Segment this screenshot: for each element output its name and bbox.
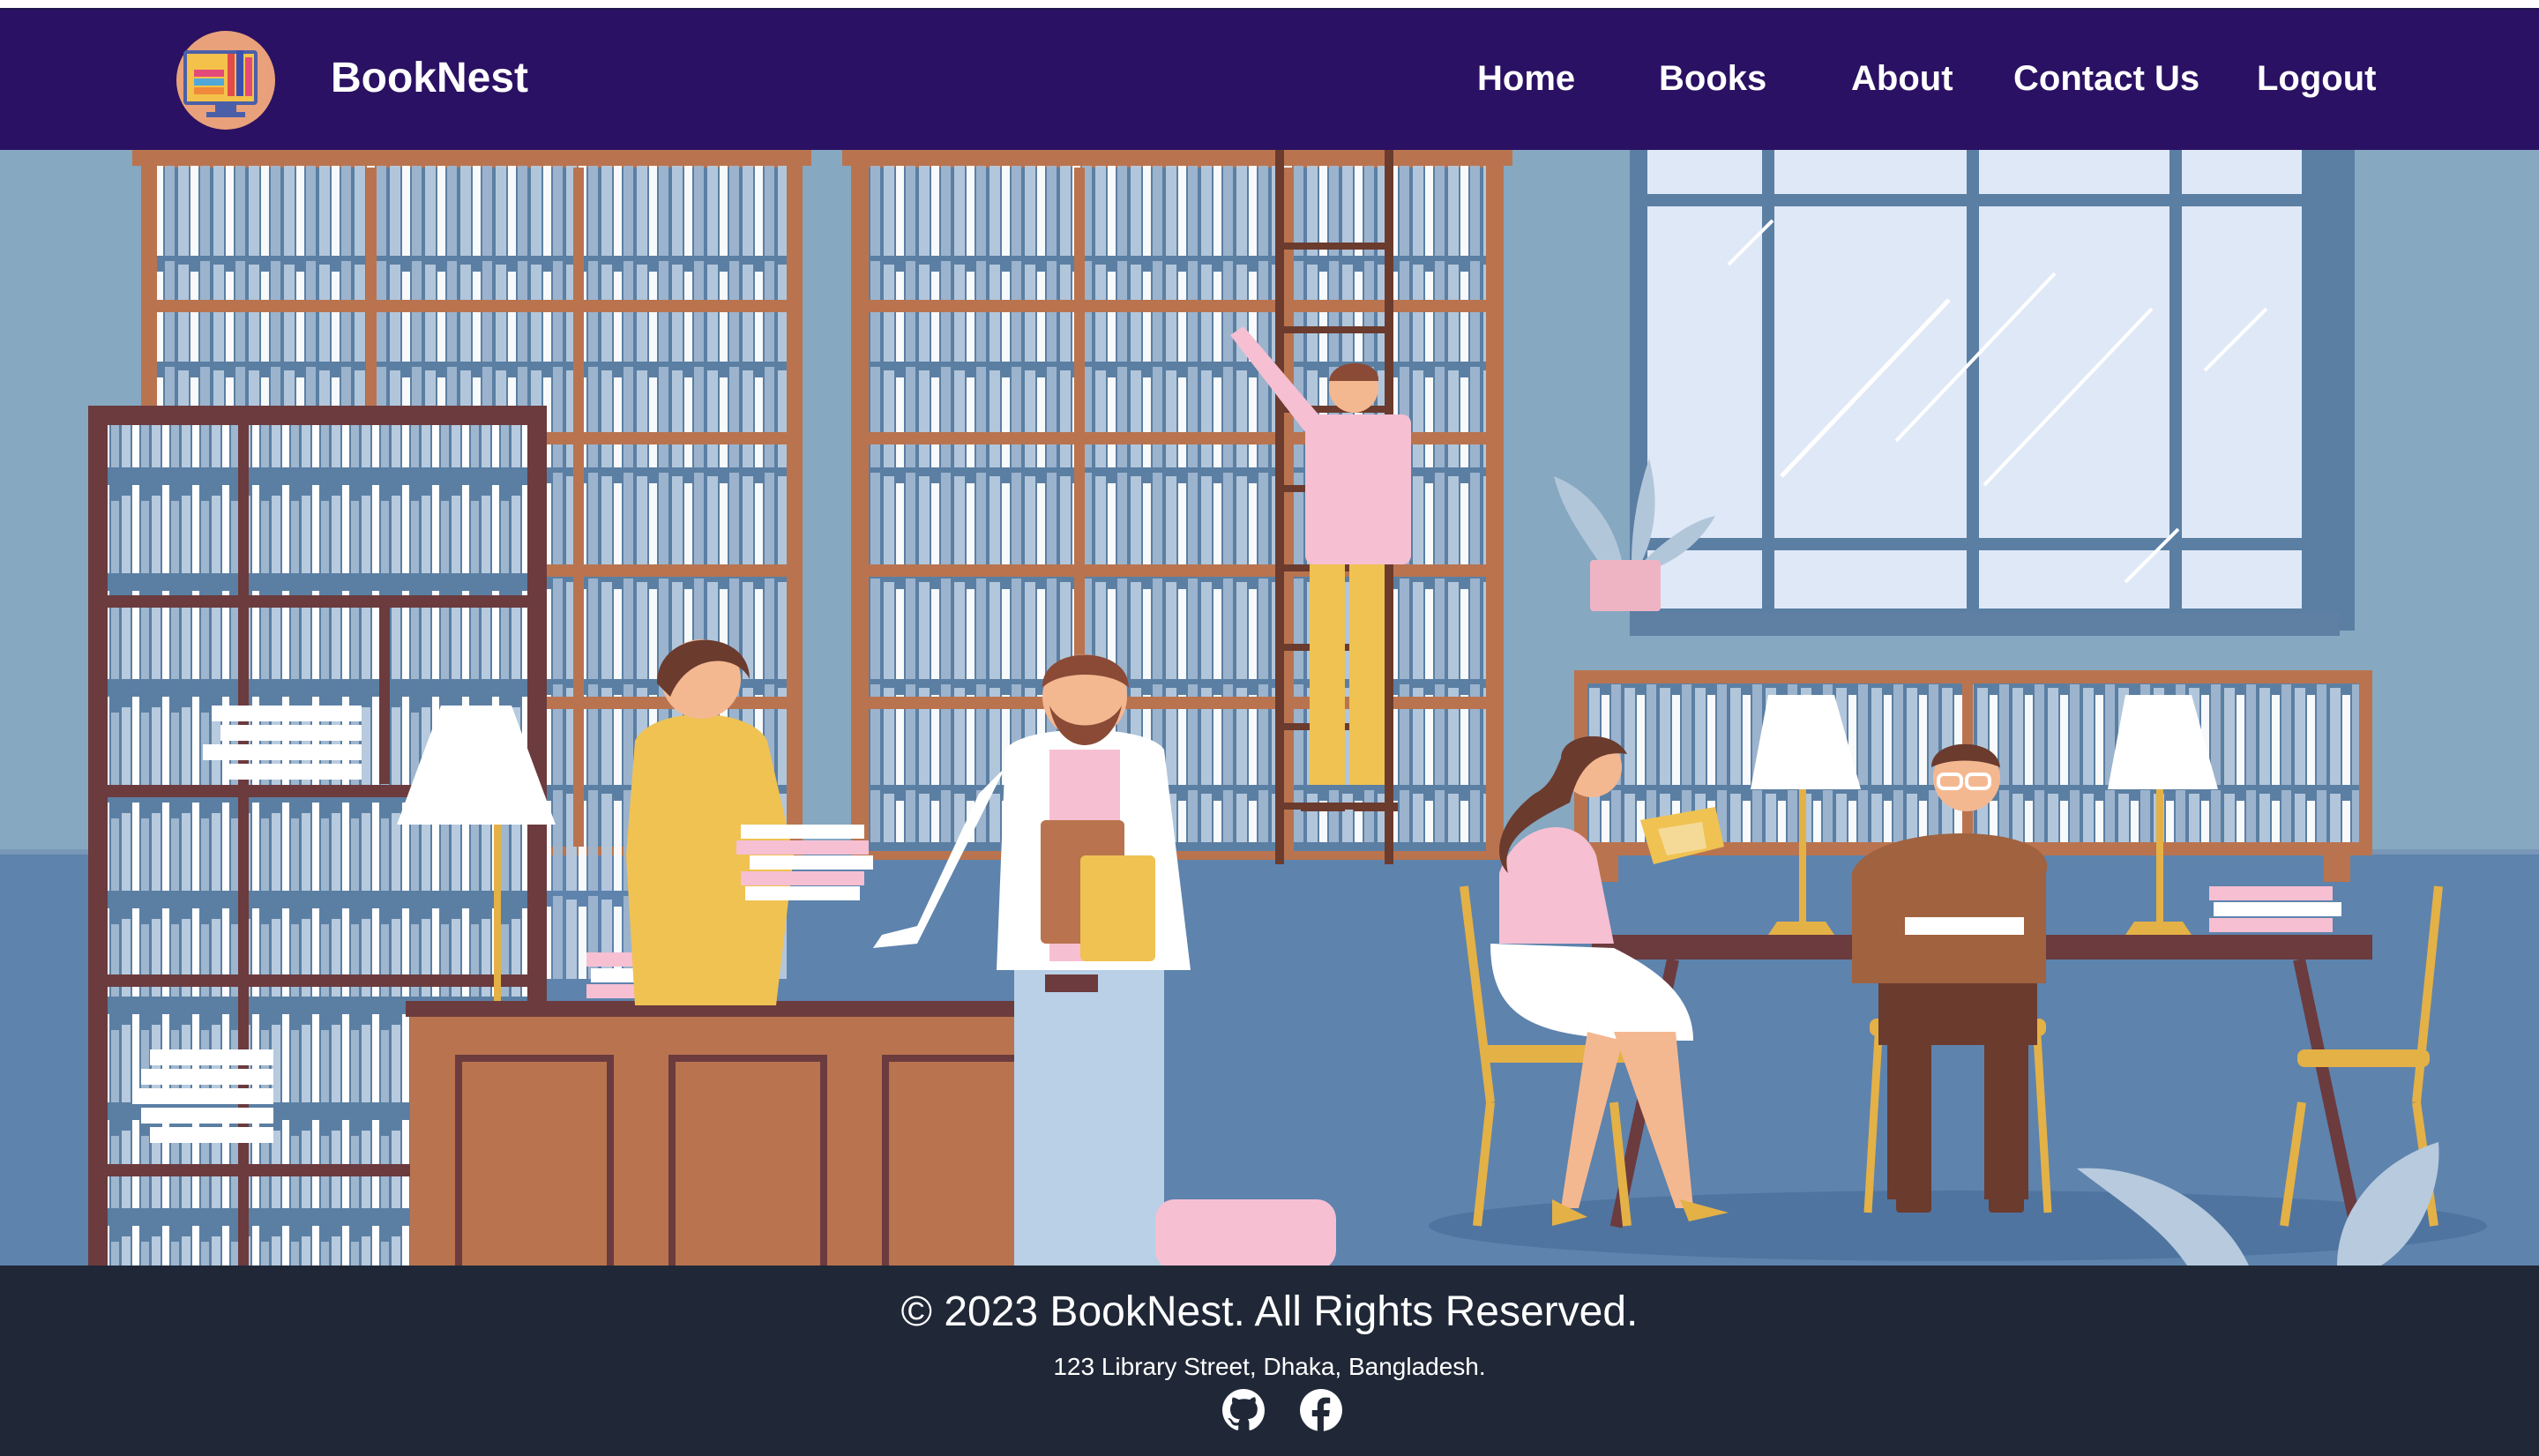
booknest-logo[interactable]: [176, 31, 275, 130]
library-illustration: [0, 150, 2539, 1266]
nav-about[interactable]: About: [1851, 61, 1953, 96]
library-hero-illustration: [0, 150, 2539, 1266]
navbar: BookNest Home Books About Contact Us Log…: [0, 10, 2539, 150]
facebook-icon[interactable]: [1299, 1388, 1343, 1432]
footer-copyright: © 2023 BookNest. All Rights Reserved.: [900, 1288, 1639, 1335]
nav-home[interactable]: Home: [1477, 61, 1575, 96]
nav-logout[interactable]: Logout: [2257, 61, 2377, 96]
browser-top-strip: [0, 0, 2539, 10]
brand-name[interactable]: BookNest: [331, 57, 528, 100]
nav-contact-us[interactable]: Contact Us: [2013, 61, 2199, 96]
nav-books[interactable]: Books: [1659, 61, 1766, 96]
footer: © 2023 BookNest. All Rights Reserved. 12…: [0, 1266, 2539, 1456]
github-icon[interactable]: [1221, 1388, 1266, 1432]
footer-address: 123 Library Street, Dhaka, Bangladesh.: [1053, 1353, 1486, 1380]
